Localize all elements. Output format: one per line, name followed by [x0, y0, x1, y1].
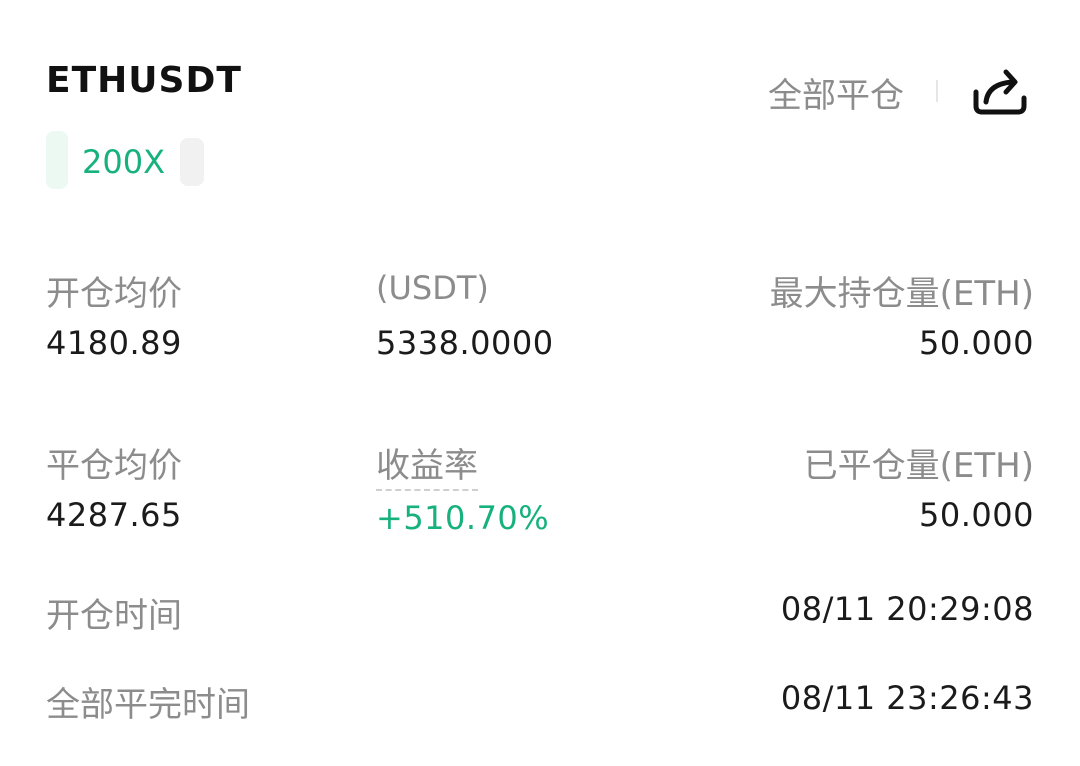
header-divider [936, 80, 938, 102]
max-position-value: 50.000 [919, 324, 1034, 362]
symbol-title: ETHUSDT [46, 60, 242, 101]
share-icon[interactable] [968, 62, 1030, 118]
open-time-label: 开仓时间 [46, 596, 182, 636]
open-time-value: 08/11 20:29:08 [780, 590, 1034, 628]
closed-position-value: 50.000 [919, 496, 1034, 534]
open-avg-price-label: 开仓均价 [46, 274, 182, 314]
tag-pill-right [180, 138, 204, 186]
closed-position-label: 已平仓量(ETH) [803, 446, 1034, 486]
full-close-time-label: 全部平完时间 [46, 685, 250, 725]
yield-rate-value: +510.70% [376, 499, 550, 537]
close-all-button[interactable]: 全部平仓 [768, 68, 904, 117]
leverage-badge: 200X [82, 143, 165, 181]
close-avg-price-label: 平仓均价 [46, 446, 182, 486]
usdt-value: 5338.0000 [376, 324, 554, 362]
full-close-time-value: 08/11 23:26:43 [780, 679, 1034, 717]
usdt-label: (USDT) [376, 269, 489, 307]
open-avg-price-value: 4180.89 [46, 324, 182, 362]
max-position-label: 最大持仓量(ETH) [769, 274, 1034, 314]
tag-pill-left [46, 131, 68, 189]
yield-rate-label[interactable]: 收益率 [376, 438, 478, 491]
close-avg-price-value: 4287.65 [46, 496, 182, 534]
